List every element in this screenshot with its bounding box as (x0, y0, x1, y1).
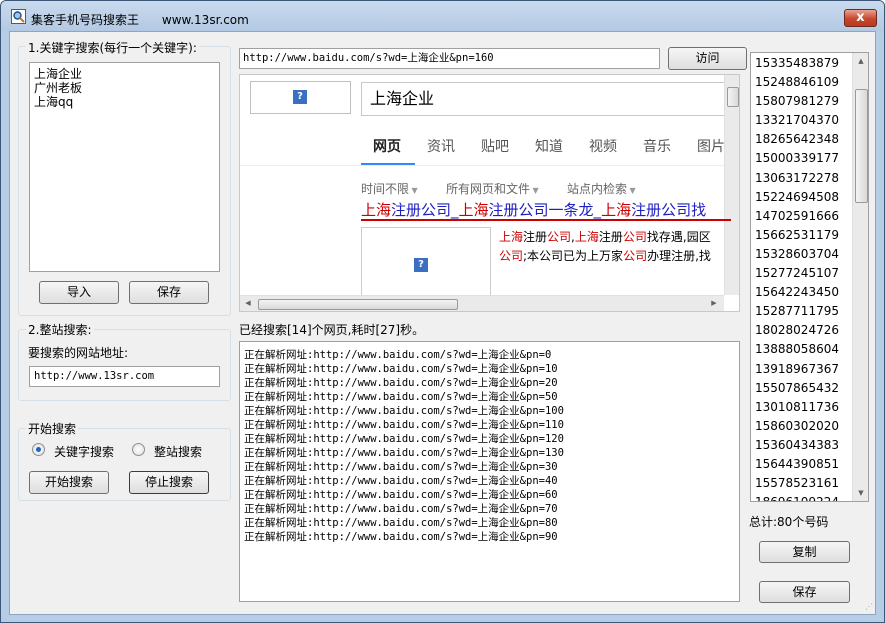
baidu-logo-placeholder: ? (250, 81, 351, 114)
log-line: 正在解析网址:http://www.baidu.com/s?wd=上海企业&pn… (244, 447, 564, 459)
search-box[interactable]: 上海企业 (361, 82, 731, 116)
site-url-input[interactable]: http://www.13sr.com (29, 366, 220, 387)
scroll-right-arrow-icon[interactable]: ▶ (708, 299, 720, 307)
log-line: 正在解析网址:http://www.baidu.com/s?wd=上海企业&pn… (244, 503, 558, 515)
copy-button[interactable]: 复制 (759, 541, 850, 563)
import-button[interactable]: 导入 (39, 281, 119, 304)
dropdown-arrow-icon: ▼ (627, 186, 636, 195)
browser-url-input[interactable]: http://www.baidu.com/s?wd=上海企业&pn=160 (239, 48, 660, 69)
phone-list-vscroll-thumb[interactable] (855, 89, 868, 203)
site-search-radio[interactable] (132, 443, 145, 456)
log-line: 正在解析网址:http://www.baidu.com/s?wd=上海企业&pn… (244, 433, 564, 445)
parse-log-list: 正在解析网址:http://www.baidu.com/s?wd=上海企业&pn… (244, 348, 735, 544)
tab-music[interactable]: 音乐 (643, 136, 671, 156)
save-phones-button[interactable]: 保存 (759, 581, 850, 603)
site-search-group-title: 2.整站搜索: (26, 321, 94, 338)
log-line: 正在解析网址:http://www.baidu.com/s?wd=上海企业&pn… (244, 377, 558, 389)
tab-video[interactable]: 视频 (589, 136, 617, 156)
keyword-search-group-title: 1.关键字搜索(每行一个关键字): (26, 39, 199, 56)
keyword-line: 广州老板 (34, 81, 83, 95)
save-keywords-button[interactable]: 保存 (129, 281, 209, 304)
broken-image-icon: ? (293, 90, 307, 104)
browser-hscroll[interactable]: ◀ ▶ (240, 295, 724, 311)
result-title-link[interactable]: 上海注册公司_上海注册公司一条龙_上海注册公司找 (361, 199, 731, 221)
result-snippet: 上海注册公司,上海注册公司找存遇,园区 公司;本公司已为上万家公司办理注册,找 (499, 230, 711, 263)
dropdown-arrow-icon: ▼ (409, 186, 418, 195)
tab-news[interactable]: 资讯 (427, 136, 455, 156)
broken-image-icon: ? (414, 258, 428, 272)
start-search-group-title: 开始搜索 (26, 420, 79, 437)
keyword-input[interactable]: 上海企业 广州老板 上海qq (29, 62, 220, 272)
log-line: 正在解析网址:http://www.baidu.com/s?wd=上海企业&pn… (244, 489, 558, 501)
title-bar: 集客手机号码搜索王 www.13sr.com x (1, 1, 884, 31)
keyword-line: 上海企业 (34, 67, 83, 81)
site-search-group (18, 329, 231, 401)
phone-number-list[interactable]: 15335483879 15248846109 15807981279 1332170… (750, 52, 869, 502)
log-line: 正在解析网址:http://www.baidu.com/s?wd=上海企业&pn… (244, 405, 564, 417)
phone-total: 总计:80个号码 (749, 515, 829, 529)
visit-button[interactable]: 访问 (668, 47, 747, 70)
keyword-search-radio-label[interactable]: 关键字搜索 (54, 443, 114, 460)
dropdown-arrow-icon: ▼ (530, 186, 539, 195)
log-line: 正在解析网址:http://www.baidu.com/s?wd=上海企业&pn… (244, 419, 564, 431)
tabs-divider (240, 165, 724, 166)
parse-log[interactable]: 正在解析网址:http://www.baidu.com/s?wd=上海企业&pn… (239, 341, 740, 602)
tab-tieba[interactable]: 贴吧 (481, 136, 509, 156)
browser-vscroll[interactable] (724, 75, 739, 295)
log-line: 正在解析网址:http://www.baidu.com/s?wd=上海企业&pn… (244, 391, 558, 403)
phone-list-vscroll[interactable]: ▲ ▼ (852, 53, 868, 501)
log-line: 正在解析网址:http://www.baidu.com/s?wd=上海企业&pn… (244, 363, 558, 375)
window-title: 集客手机号码搜索王 www.13sr.com (31, 13, 249, 27)
log-line: 正在解析网址:http://www.baidu.com/s?wd=上海企业&pn… (244, 349, 552, 361)
close-button[interactable]: x (844, 9, 877, 27)
tab-images[interactable]: 图片 (697, 136, 725, 156)
scroll-left-arrow-icon[interactable]: ◀ (242, 299, 254, 307)
log-line: 正在解析网址:http://www.baidu.com/s?wd=上海企业&pn… (244, 461, 558, 473)
filter-time[interactable]: 时间不限 ▼ (361, 180, 418, 197)
client-area: 1.关键字搜索(每行一个关键字): 上海企业 广州老板 上海qq 导入 保存 2… (9, 31, 876, 615)
browser-view[interactable]: ? 上海企业 网页 资讯 贴吧 知道 视频 音乐 图片 时间不限 ▼ 所有网页和… (239, 74, 740, 312)
site-url-label: 要搜索的网站地址: (28, 346, 129, 360)
filter-site[interactable]: 站点内检索 ▼ (567, 180, 636, 197)
site-search-radio-label[interactable]: 整站搜索 (154, 443, 202, 460)
log-line: 正在解析网址:http://www.baidu.com/s?wd=上海企业&pn… (244, 517, 558, 529)
log-line: 正在解析网址:http://www.baidu.com/s?wd=上海企业&pn… (244, 531, 558, 543)
scroll-down-arrow-icon[interactable]: ▼ (855, 489, 867, 497)
search-status: 已经搜索[14]个网页,耗时[27]秒。 (239, 323, 425, 337)
browser-hscroll-thumb[interactable] (258, 299, 458, 310)
log-line: 正在解析网址:http://www.baidu.com/s?wd=上海企业&pn… (244, 475, 558, 487)
tab-web[interactable]: 网页 (373, 136, 401, 156)
app-window: 集客手机号码搜索王 www.13sr.com x 1.关键字搜索(每行一个关键字… (0, 0, 885, 623)
result-thumb-placeholder: ? (361, 227, 491, 297)
tab-zhidao[interactable]: 知道 (535, 136, 563, 156)
scroll-up-arrow-icon[interactable]: ▲ (855, 57, 867, 65)
magnifier-app-icon (11, 9, 26, 24)
stop-search-button[interactable]: 停止搜索 (129, 471, 209, 494)
keyword-line: 上海qq (34, 95, 74, 109)
filter-filetype[interactable]: 所有网页和文件 ▼ (446, 180, 539, 197)
start-search-button[interactable]: 开始搜索 (29, 471, 109, 494)
browser-vscroll-thumb[interactable] (727, 87, 739, 107)
resize-grip-icon[interactable]: ⋰ (865, 603, 875, 613)
keyword-search-radio[interactable] (32, 443, 45, 456)
